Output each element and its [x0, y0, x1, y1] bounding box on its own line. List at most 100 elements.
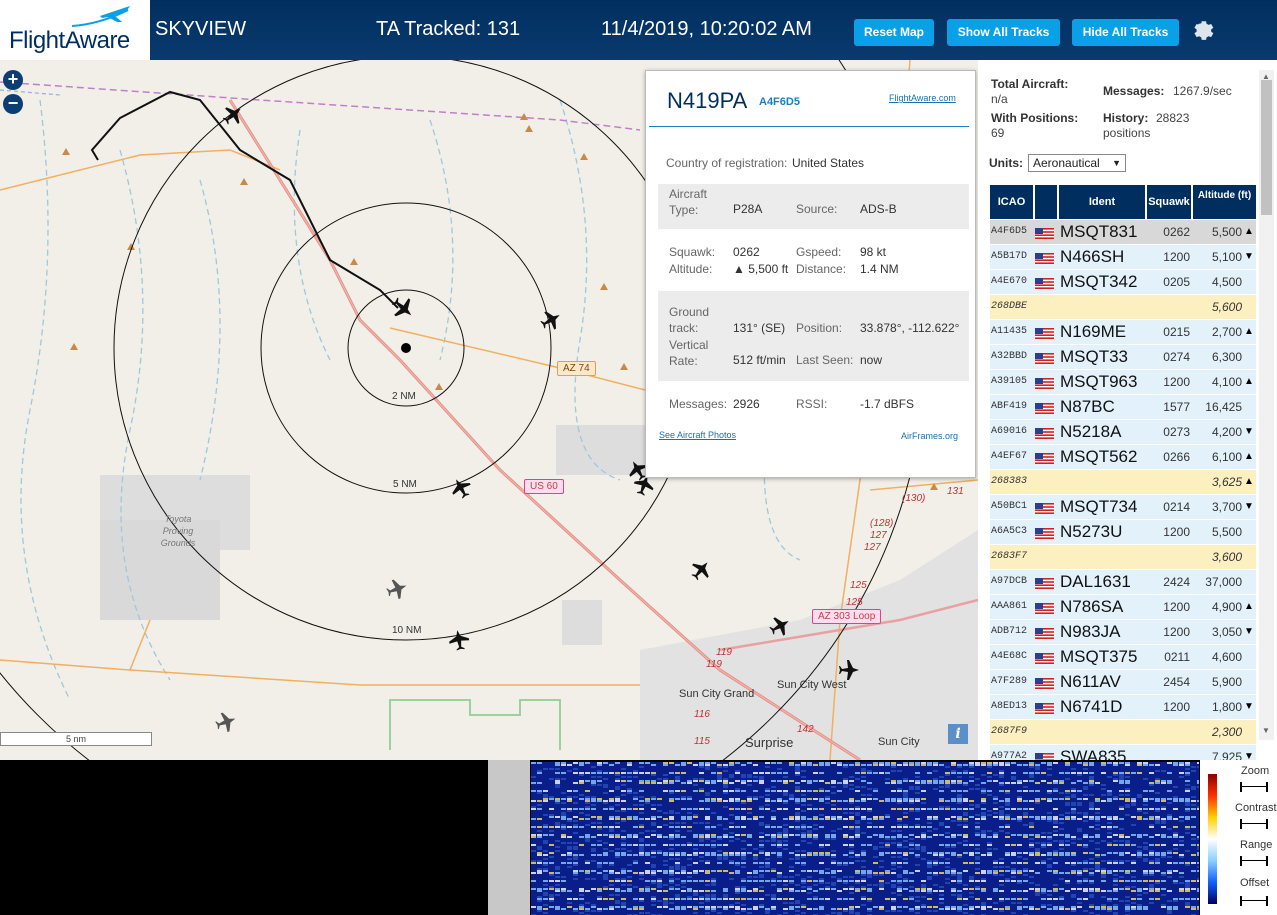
distance-value: 1.4 NM: [860, 262, 899, 276]
row-trend: [1243, 295, 1255, 319]
aircraft-icon[interactable]: [839, 660, 859, 680]
app-title: SKYVIEW: [155, 18, 247, 40]
col-squawk[interactable]: Squawk: [1147, 185, 1191, 219]
gear-icon[interactable]: [1190, 17, 1214, 41]
airframes-link[interactable]: AirFrames.org: [901, 431, 958, 441]
scrollbar-thumb[interactable]: [1261, 80, 1272, 215]
table-row[interactable]: A4F6D5 MSQT831 0262 5,500 ▲: [990, 220, 1256, 244]
table-row[interactable]: A8ED13 N6741D 1200 1,800 ▼: [990, 695, 1256, 719]
row-trend: ▼: [1244, 426, 1254, 437]
aircraft-icon[interactable]: [213, 709, 239, 735]
aircraft-icon[interactable]: [447, 474, 475, 502]
row-icao: A7F289: [991, 676, 1028, 687]
ground-track-label: Ground track:: [669, 305, 710, 335]
row-trend: [1243, 545, 1255, 569]
row-squawk: 0214: [1163, 500, 1190, 514]
row-altitude: 6,100: [1211, 450, 1242, 464]
hide-all-tracks-button[interactable]: Hide All Tracks: [1072, 19, 1179, 46]
row-icao: A11435: [991, 326, 1028, 337]
row-squawk: 0273: [1163, 425, 1190, 439]
table-row[interactable]: A11435 N169ME 0215 2,700 ▲: [990, 320, 1256, 344]
table-row[interactable]: 2687F9 2,300: [990, 720, 1256, 744]
row-trend: [1243, 645, 1255, 669]
row-squawk: 1200: [1163, 700, 1190, 714]
col-ident[interactable]: Ident: [1059, 185, 1145, 219]
col-altitude[interactable]: Altitude (ft): [1193, 185, 1256, 219]
messages-rate-label: Messages:: [1103, 84, 1165, 98]
row-icao: A97DCB: [991, 576, 1028, 587]
position-label: Position:: [796, 321, 843, 335]
table-row[interactable]: A39105 MSQT963 1200 4,100 ▲: [990, 370, 1256, 394]
us-flag-icon: [1035, 403, 1054, 414]
us-flag-icon: [1035, 678, 1054, 689]
table-row[interactable]: A977A2 SWA835 7,925 ▼: [990, 745, 1256, 760]
spectrum-controls: Zoom Contrast Range Offset: [1200, 760, 1277, 915]
zoom-slider[interactable]: [1240, 782, 1268, 792]
altitude-value: ▲ 5,500 ft: [733, 262, 789, 276]
zoom-label: Zoom: [1241, 765, 1270, 777]
row-icao: A50BC1: [991, 501, 1028, 512]
row-squawk: 0211: [1164, 650, 1190, 664]
aircraft-icon[interactable]: [686, 555, 716, 585]
row-ident: MSQT33: [1060, 347, 1129, 366]
table-row[interactable]: A4EF67 MSQT562 0266 6,100 ▲: [990, 445, 1256, 469]
contrast-slider[interactable]: [1240, 819, 1268, 829]
row-icao: AAA861: [991, 601, 1028, 612]
vertical-rate-value: 512 ft/min: [733, 353, 786, 367]
flightaware-logo[interactable]: FlightAware: [0, 0, 150, 60]
table-row[interactable]: A69016 N5218A 0273 4,200 ▼: [990, 420, 1256, 444]
color-scale-bar: [1208, 774, 1217, 904]
table-row[interactable]: 2683F7 3,600: [990, 545, 1256, 569]
row-trend: [1243, 395, 1255, 419]
total-aircraft-value: n/a: [991, 92, 1008, 106]
aircraft-icon-selected[interactable]: [387, 292, 419, 324]
table-row[interactable]: 268DBE 5,600: [990, 295, 1256, 319]
col-flag[interactable]: [1035, 185, 1057, 219]
aircraft-icon[interactable]: [766, 612, 794, 640]
row-icao: 2687F9: [991, 726, 1028, 737]
info-icon[interactable]: i: [948, 724, 968, 744]
row-altitude: 4,500: [1211, 275, 1242, 289]
range-label: Range: [1240, 839, 1273, 851]
row-icao: A977A2: [991, 751, 1028, 760]
us-flag-icon: [1035, 603, 1054, 614]
units-select[interactable]: Aeronautical ▼: [1028, 154, 1126, 172]
table-row[interactable]: A5B17D N466SH 1200 5,100 ▼: [990, 245, 1256, 269]
range-slider[interactable]: [1240, 856, 1268, 866]
popup-ident: N419PA: [667, 88, 748, 113]
row-icao: 2683F7: [991, 551, 1028, 562]
aircraft-icon[interactable]: [384, 576, 410, 602]
table-row[interactable]: A50BC1 MSQT734 0214 3,700 ▼: [990, 495, 1256, 519]
rssi-value: -1.7 dBFS: [860, 397, 915, 411]
table-row[interactable]: AAA861 N786SA 1200 4,900 ▲: [990, 595, 1256, 619]
altitude-label: Altitude:: [669, 262, 713, 276]
table-row[interactable]: A6A5C3 N5273U 1200 5,500: [990, 520, 1256, 544]
history-label: History:: [1103, 111, 1149, 125]
col-icao[interactable]: ICAO: [990, 185, 1033, 219]
table-row[interactable]: A4E68C MSQT375 0211 4,600: [990, 645, 1256, 669]
table-row[interactable]: A97DCB DAL1631 2424 37,000: [990, 570, 1256, 594]
rssi-label: RSSI:: [796, 397, 828, 411]
table-row[interactable]: A32BBD MSQT33 0274 6,300: [990, 345, 1256, 369]
contrast-label: Contrast: [1235, 802, 1277, 814]
aircraft-icon[interactable]: [537, 306, 565, 334]
table-row[interactable]: A4E670 MSQT342 0205 4,500: [990, 270, 1256, 294]
table-row[interactable]: 268383 3,625 ▲: [990, 470, 1256, 494]
aircraft-photos-link[interactable]: See Aircraft Photos: [659, 430, 736, 440]
table-row[interactable]: ABF419 N87BC 1577 16,425: [990, 395, 1256, 419]
offset-slider[interactable]: [1240, 896, 1268, 906]
aircraft-icon[interactable]: [218, 100, 248, 130]
show-all-tracks-button[interactable]: Show All Tracks: [947, 19, 1060, 46]
table-row[interactable]: A7F289 N611AV 2454 5,900: [990, 670, 1256, 694]
row-trend: ▼: [1244, 701, 1254, 712]
flightaware-link[interactable]: FlightAware.com: [889, 93, 956, 103]
reset-map-button[interactable]: Reset Map: [854, 19, 934, 46]
table-row[interactable]: ADB712 N983JA 1200 3,050 ▼: [990, 620, 1256, 644]
sidebar-scrollbar[interactable]: ▲ ▼: [1259, 70, 1274, 740]
units-label: Units:: [989, 156, 1023, 170]
row-squawk: 0262: [1163, 225, 1190, 239]
aircraft-icon[interactable]: [447, 628, 471, 652]
squawk-value: 0262: [733, 245, 760, 259]
aircraft-info-popup: N419PA A4F6D5 FlightAware.com Country of…: [645, 70, 976, 478]
row-ident: N5273U: [1060, 522, 1123, 541]
